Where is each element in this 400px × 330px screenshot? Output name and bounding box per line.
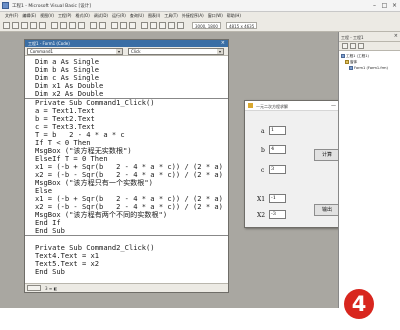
tree-item-form1[interactable]: Form1 (Form1.frm): [349, 66, 388, 70]
ide-title-bar: 工程1 - Microsoft Visual Basic [设计] – □ ×: [0, 0, 400, 12]
menu-addins[interactable]: 外接程序(A): [180, 12, 206, 20]
text-b-input[interactable]: 4: [269, 145, 286, 154]
menu-help[interactable]: 帮助(H): [225, 12, 243, 20]
text-a-input[interactable]: 1: [269, 126, 286, 135]
add-form-icon[interactable]: [12, 22, 19, 29]
save-icon[interactable]: [39, 22, 46, 29]
end-icon[interactable]: [129, 22, 136, 29]
label-b: b: [261, 147, 265, 154]
cut-icon[interactable]: [51, 22, 58, 29]
form-icon: [349, 66, 353, 70]
menu-view[interactable]: 视图(V): [38, 12, 56, 20]
menu-edit[interactable]: 编辑(E): [20, 12, 38, 20]
view-code-icon[interactable]: [342, 43, 348, 49]
label-x2: X2: [257, 212, 266, 219]
toggle-folders-icon[interactable]: [358, 43, 364, 49]
menu-run[interactable]: 运行(R): [110, 12, 128, 20]
redo-icon[interactable]: [99, 22, 106, 29]
form-app-icon: [248, 103, 253, 108]
output-button[interactable]: 输出: [314, 204, 340, 216]
menu-bar: 文件(F) 编辑(E) 视图(V) 工程(P) 格式(O) 调试(D) 运行(R) 查询(U)…: [0, 12, 400, 20]
properties-window-icon[interactable]: [150, 22, 157, 29]
menu-query[interactable]: 查询(U): [128, 12, 146, 20]
menu-project[interactable]: 工程(P): [56, 12, 74, 20]
screen: 工程1 - Microsoft Visual Basic [设计] – □ × …: [0, 0, 400, 308]
menu-window[interactable]: 窗口(W): [206, 12, 225, 20]
code-editor[interactable]: Dim a As Single Dim b As Single Dim c As S…: [25, 56, 228, 284]
code-window-title-bar: 工程1 - Form1 (Code) ×: [25, 40, 228, 47]
project-tree: 工程1 (工程1) 窗体 Form1 (Form1.frm): [339, 51, 400, 308]
project-explorer-toolbar: [339, 42, 400, 51]
break-icon[interactable]: [120, 22, 127, 29]
procedure-separator: [25, 235, 228, 236]
code-window-close-icon[interactable]: ×: [221, 40, 225, 47]
maximize-icon[interactable]: □: [380, 2, 389, 10]
label-x1: X1: [257, 196, 266, 203]
view-object-icon[interactable]: [350, 43, 356, 49]
code-line: Dim x2 As Double: [35, 89, 104, 98]
menu-diagram[interactable]: 图表(I): [146, 12, 162, 20]
label-c: c: [261, 167, 265, 174]
procedure-combo-value: Click: [131, 49, 141, 54]
form-layout-icon[interactable]: [159, 22, 166, 29]
copy-icon[interactable]: [60, 22, 67, 29]
position-readout: 3000, 1800: [192, 22, 221, 29]
start-icon[interactable]: [111, 22, 118, 29]
undo-icon[interactable]: [90, 22, 97, 29]
code-window-status: 3 ≡ ◧: [45, 286, 58, 291]
code-window-combos: Command1 ▾ Click ▾: [25, 47, 228, 56]
project-explorer: 工程 - 工程1 × 工程1 (工程1) 窗体 Form1 (Form1.frm…: [338, 32, 400, 308]
tree-form-label: Form1 (Form1.frm): [354, 66, 388, 70]
view-mode-icon[interactable]: [27, 285, 41, 291]
code-line: End Sub: [35, 226, 65, 235]
menu-tools[interactable]: 工具(T): [162, 12, 180, 20]
close-icon[interactable]: ×: [390, 2, 399, 10]
find-icon[interactable]: [78, 22, 85, 29]
project-explorer-icon[interactable]: [141, 22, 148, 29]
tree-project-label: 工程1 (工程1): [346, 54, 369, 58]
project-explorer-header: 工程 - 工程1 ×: [339, 32, 400, 42]
project-explorer-title: 工程 - 工程1: [341, 35, 364, 40]
project-explorer-close-icon[interactable]: ×: [394, 33, 398, 39]
tree-item-forms-folder[interactable]: 窗体: [345, 60, 357, 65]
code-window: 工程1 - Form1 (Code) × Command1 ▾ Click ▾ …: [24, 39, 229, 293]
code-window-status-bar: 3 ≡ ◧: [25, 283, 228, 292]
form-title: 一元二次方程求解: [256, 104, 288, 109]
add-project-icon[interactable]: [3, 22, 10, 29]
menu-file[interactable]: 文件(F): [3, 12, 20, 20]
toolbar: 3000, 1800 4815 x 4635: [0, 20, 400, 32]
menu-editor-icon[interactable]: [21, 22, 28, 29]
text-x2-output[interactable]: -3: [269, 210, 286, 219]
menu-debug[interactable]: 调试(D): [92, 12, 110, 20]
object-combo[interactable]: Command1 ▾: [27, 48, 123, 55]
form-minimize-icon[interactable]: —: [331, 102, 336, 110]
chevron-down-icon[interactable]: ▾: [217, 49, 223, 54]
vb-app-icon: [2, 2, 9, 9]
menu-format[interactable]: 格式(O): [73, 12, 91, 20]
procedure-combo[interactable]: Click ▾: [128, 48, 224, 55]
code-line: MsgBox ("该方程只有一个实数根"): [35, 178, 153, 187]
compute-button[interactable]: 计算: [314, 149, 340, 161]
object-combo-value: Command1: [30, 49, 54, 54]
tree-folder-label: 窗体: [350, 60, 358, 64]
paste-icon[interactable]: [69, 22, 76, 29]
open-icon[interactable]: [30, 22, 37, 29]
step-number-badge: 4: [344, 289, 374, 319]
size-readout: 4815 x 4635: [226, 22, 258, 29]
ide-title: 工程1 - Microsoft Visual Basic [设计]: [12, 4, 91, 9]
tree-item-project[interactable]: 工程1 (工程1): [341, 54, 369, 59]
label-a: a: [261, 128, 265, 135]
page-margin: [0, 308, 400, 330]
chevron-down-icon[interactable]: ▾: [116, 49, 122, 54]
object-browser-icon[interactable]: [168, 22, 175, 29]
toolbox-icon[interactable]: [177, 22, 184, 29]
folder-icon: [345, 60, 349, 64]
text-x1-output[interactable]: -1: [269, 194, 286, 203]
minimize-icon[interactable]: –: [370, 2, 379, 10]
project-icon: [341, 54, 345, 58]
code-line: End Sub: [35, 267, 65, 276]
text-c-input[interactable]: 3: [269, 165, 286, 174]
